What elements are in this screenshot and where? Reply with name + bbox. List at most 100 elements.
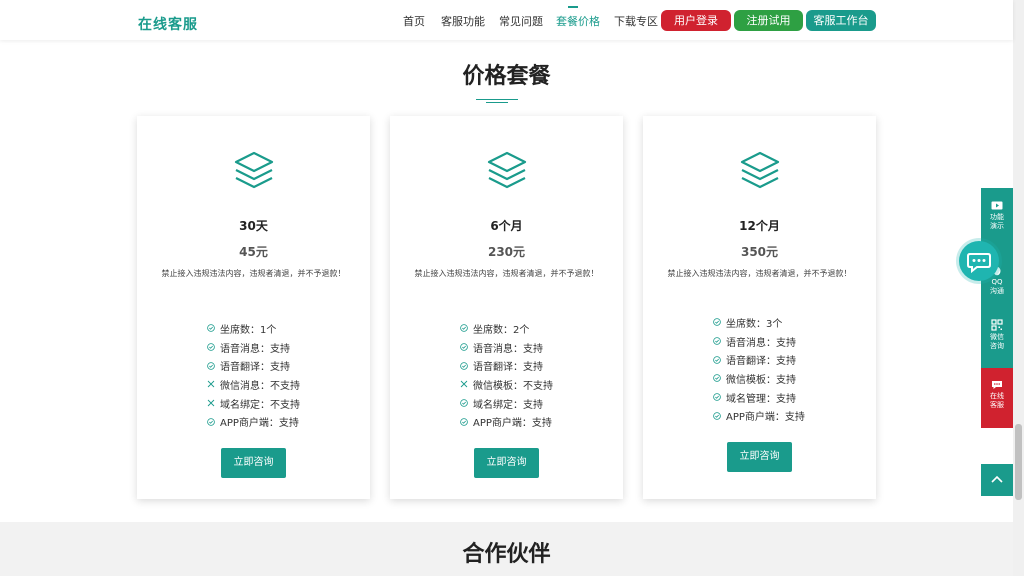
feature-text: 语音消息：支持 [473, 343, 543, 355]
feature-text: 微信模板：不支持 [473, 380, 553, 392]
plan-card-12months: 12个月 350元 禁止接入违规违法内容，违规者清退，并不予退款！ 坐席数：3个… [643, 116, 876, 499]
pricing-title: 价格套餐 [462, 64, 551, 89]
partners-title: 合作伙伴 [462, 542, 551, 567]
feature-list: 坐席数：2个 语音消息：支持 语音翻译：支持 微信模板：不支持 域名绑定：支持 … [460, 319, 553, 431]
feature-text: 域名管理：支持 [726, 393, 796, 405]
side-demo-label1: 功能 [990, 213, 1004, 221]
feature-item: 微信模板：不支持 [460, 375, 553, 394]
cross-icon [207, 380, 215, 388]
feature-text: 语音消息：支持 [726, 337, 796, 349]
check-icon [460, 399, 468, 407]
scrollbar-thumb[interactable] [1015, 424, 1022, 500]
nav-home[interactable]: 首页 [403, 13, 425, 29]
feature-text: 语音消息：支持 [220, 343, 290, 355]
feature-item: 语音消息：支持 [460, 338, 553, 357]
feature-item: 坐席数：3个 [713, 313, 805, 332]
feature-list: 坐席数：1个 语音消息：支持 语音翻译：支持 微信消息：不支持 域名绑定：不支持… [207, 319, 300, 431]
check-icon [713, 318, 721, 327]
feature-text: 坐席数：2个 [473, 324, 530, 336]
feature-text: 微信消息：不支持 [220, 380, 300, 392]
side-demo-label2: 演示 [990, 222, 1004, 230]
side-demo[interactable]: 功能 演示 [981, 188, 1013, 248]
feature-text: APP商户端：支持 [220, 418, 299, 430]
feature-item: APP商户端：支持 [460, 412, 553, 431]
check-icon [460, 324, 468, 333]
layers-icon [234, 151, 274, 189]
chevron-up-icon [991, 475, 1003, 483]
plan-description: 禁止接入违规违法内容，违规者清退，并不予退款！ [414, 269, 599, 278]
consult-button[interactable]: 立即咨询 [474, 448, 539, 478]
nav-pricing[interactable]: 套餐价格 [556, 13, 600, 29]
plan-description: 禁止接入违规违法内容，违规者清退，并不予退款！ [667, 269, 852, 278]
feature-item: APP商户端：支持 [207, 412, 300, 431]
workspace-button[interactable]: 客服工作台 [806, 10, 876, 31]
feature-item: 域名绑定：支持 [460, 394, 553, 413]
feature-item: 语音消息：支持 [207, 338, 300, 357]
plan-card-30days: 30天 45元 禁止接入违规违法内容，违规者清退，并不予退款！ 坐席数：1个 语… [137, 116, 370, 499]
layers-icon [487, 151, 527, 189]
chat-bubble-icon [992, 381, 1002, 389]
feature-text: 语音翻译：支持 [726, 356, 796, 368]
feature-text: 域名绑定：不支持 [220, 399, 300, 411]
plan-name: 12个月 [739, 219, 780, 233]
feature-item: 语音翻译：支持 [207, 356, 300, 375]
feature-text: 坐席数：1个 [220, 324, 277, 336]
side-online-service[interactable]: 在线 客服 [981, 368, 1013, 428]
feature-text: APP商户端：支持 [726, 412, 805, 424]
feature-text: 坐席数：3个 [726, 318, 783, 330]
feature-text: 微信模板：支持 [726, 374, 796, 386]
consult-button[interactable]: 立即咨询 [727, 442, 792, 472]
check-icon [713, 337, 721, 345]
plan-card-6months: 6个月 230元 禁止接入违规违法内容，违规者清退，并不予退款！ 坐席数：2个 … [390, 116, 623, 499]
plan-price: 230元 [487, 245, 526, 259]
feature-list: 坐席数：3个 语音消息：支持 语音翻译：支持 微信模板：支持 域名管理：支持 A… [713, 313, 805, 425]
check-icon [460, 361, 468, 370]
chat-icon [967, 253, 991, 274]
nav-download[interactable]: 下载专区 [614, 13, 658, 29]
check-icon [460, 417, 468, 426]
partners-section: 合作伙伴 [0, 522, 1013, 576]
plan-description: 禁止接入违规违法内容，违规者清退，并不予退款！ [161, 269, 346, 278]
back-to-top-button[interactable] [981, 464, 1013, 496]
check-icon [207, 324, 215, 333]
feature-item: APP商户端：支持 [713, 406, 805, 425]
register-button[interactable]: 注册试用 [734, 10, 803, 31]
check-icon [207, 417, 215, 426]
consult-button[interactable]: 立即咨询 [221, 448, 286, 478]
login-button[interactable]: 用户登录 [661, 10, 731, 31]
plan-price: 350元 [740, 245, 779, 259]
feature-item: 语音消息：支持 [713, 332, 805, 351]
chat-float-button[interactable] [959, 241, 999, 281]
check-icon [713, 355, 721, 364]
feature-item: 语音翻译：支持 [713, 350, 805, 369]
page-scrollbar[interactable] [1013, 0, 1024, 576]
play-icon [991, 201, 1003, 210]
cross-icon [460, 380, 468, 388]
nav-faq[interactable]: 常见问题 [499, 13, 543, 29]
feature-text: 语音翻译：支持 [473, 362, 543, 374]
plan-name: 6个月 [490, 219, 523, 233]
check-icon [713, 393, 721, 401]
check-icon [713, 411, 721, 420]
title-underline-short [486, 102, 508, 103]
feature-item: 微信模板：支持 [713, 369, 805, 388]
nav-active-indicator [568, 6, 578, 8]
feature-item: 语音翻译：支持 [460, 356, 553, 375]
side-online-label2: 客服 [990, 401, 1004, 409]
feature-text: 语音翻译：支持 [220, 362, 290, 374]
side-qq-label2: 沟通 [990, 287, 1004, 295]
side-wechat-label1: 微信 [990, 333, 1004, 341]
qrcode-icon [991, 319, 1003, 331]
check-icon [207, 361, 215, 370]
site-header: 在线客服 首页 客服功能 常见问题 套餐价格 下载专区 用户登录 注册试用 客服… [0, 0, 1013, 40]
nav-features[interactable]: 客服功能 [441, 13, 485, 29]
plan-price: 45元 [239, 245, 268, 259]
check-icon [207, 343, 215, 351]
side-wechat[interactable]: 微信 咨询 [981, 308, 1013, 368]
feature-text: 域名绑定：支持 [473, 399, 543, 411]
check-icon [713, 374, 721, 383]
layers-icon [740, 151, 780, 189]
feature-item: 微信消息：不支持 [207, 375, 300, 394]
site-logo[interactable]: 在线客服 [138, 14, 198, 34]
cross-icon [207, 399, 215, 407]
